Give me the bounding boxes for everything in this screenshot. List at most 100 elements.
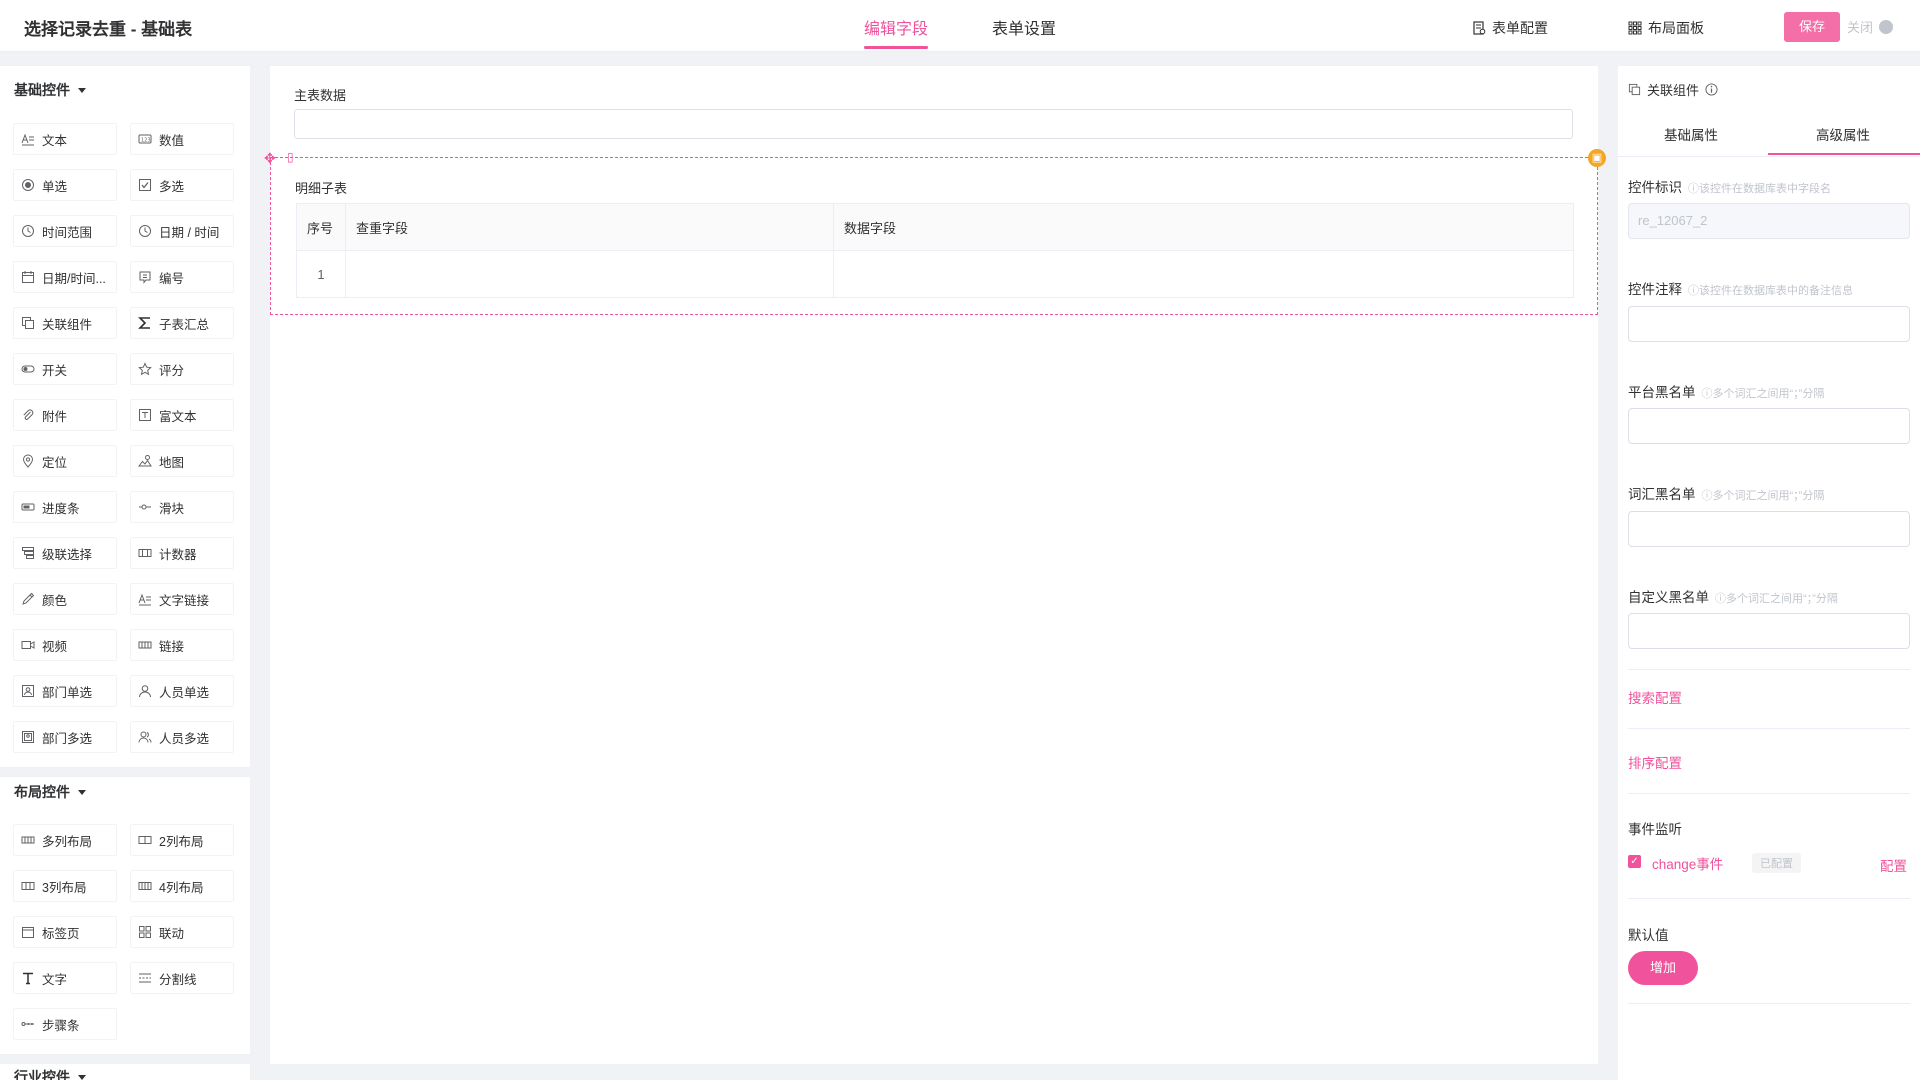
delete-icon[interactable]: ▣ xyxy=(1588,149,1606,167)
save-button[interactable]: 保存 xyxy=(1784,12,1840,42)
comp-label: 多选 xyxy=(159,179,185,194)
comp-label: 部门多选 xyxy=(42,731,93,746)
comp-label: 地图 xyxy=(159,455,185,470)
svg-text:123: 123 xyxy=(141,138,151,144)
comp-steps[interactable]: 步骤条 xyxy=(13,1008,117,1040)
comp-label: 3列布局 xyxy=(42,880,87,895)
comp-label: 计数器 xyxy=(159,547,197,562)
comp-label: 人员多选 xyxy=(159,731,210,746)
comp-link[interactable]: 链接 xyxy=(130,629,234,661)
comp-number[interactable]: 123 数值 xyxy=(130,123,234,155)
comp-color[interactable]: 颜色 xyxy=(13,583,117,615)
rich-text-icon xyxy=(138,408,152,422)
tab-edit-fields[interactable]: 编辑字段 xyxy=(864,15,929,49)
comp-switch[interactable]: 开关 xyxy=(13,353,117,385)
comp-dept-single[interactable]: 部门单选 xyxy=(13,675,117,707)
comp-label: 多列布局 xyxy=(42,834,93,849)
comp-4-column-layout[interactable]: 4列布局 xyxy=(130,870,234,902)
add-default-value-button[interactable]: 增加 xyxy=(1628,951,1698,985)
toggle-icon xyxy=(21,362,35,376)
basic-controls-group[interactable]: 基础控件 xyxy=(14,80,86,100)
comp-time-range[interactable]: 时间范围 xyxy=(13,215,117,247)
change-event-checkbox[interactable]: ✓ xyxy=(1628,855,1641,868)
comp-user-multi[interactable]: 人员多选 xyxy=(130,721,234,753)
comp-divider[interactable]: 分割线 xyxy=(130,962,234,994)
comp-location[interactable]: 定位 xyxy=(13,445,117,477)
tab-basic-properties[interactable]: 基础属性 xyxy=(1664,124,1718,144)
layout-controls-group[interactable]: 布局控件 xyxy=(14,782,86,802)
cell-dedupe-field[interactable] xyxy=(345,250,834,298)
linkage-icon xyxy=(138,925,152,939)
comp-rating[interactable]: 评分 xyxy=(130,353,234,385)
map-icon xyxy=(138,454,152,468)
change-event-label[interactable]: change事件 xyxy=(1652,853,1723,873)
close-toggle[interactable]: 关闭 xyxy=(1847,17,1894,36)
properties-panel: 关联组件 基础属性 高级属性 控件标识 ⓘ该控件在数据库表中字段名 re_1206… xyxy=(1618,66,1920,1080)
comp-date-time-range[interactable]: 日期/时间... xyxy=(13,261,117,293)
comp-progress[interactable]: 进度条 xyxy=(13,491,117,523)
comp-checkbox[interactable]: 多选 xyxy=(130,169,234,201)
three-columns-icon xyxy=(21,879,35,893)
comp-static-text[interactable]: 文字 xyxy=(13,962,117,994)
comp-datetime[interactable]: 日期 / 时间 xyxy=(130,215,234,247)
cascader-icon xyxy=(21,546,35,560)
two-columns-icon xyxy=(138,833,152,847)
comp-label: 日期 / 时间 xyxy=(159,225,220,240)
caret-down-icon xyxy=(78,789,86,795)
comp-related-component[interactable]: 关联组件 xyxy=(13,307,117,339)
platform-blacklist-field[interactable] xyxy=(1628,408,1910,444)
subtable: 序号 查重字段 数据字段 1 xyxy=(296,203,1574,298)
user-icon xyxy=(138,684,152,698)
department-icon xyxy=(21,684,35,698)
comp-label: 时间范围 xyxy=(42,225,93,240)
page-title: 选择记录去重 - 基础表 xyxy=(24,20,193,39)
layout-panel-button[interactable]: 布局面板 xyxy=(1628,18,1704,38)
subtable-label: 明细子表 xyxy=(295,181,348,196)
control-note-field[interactable] xyxy=(1628,306,1910,342)
tab-advanced-properties[interactable]: 高级属性 xyxy=(1816,124,1870,144)
platform-blacklist-label: 平台黑名单 ⓘ多个词汇之间用“；”分隔 xyxy=(1628,381,1824,401)
comp-slider[interactable]: 滑块 xyxy=(130,491,234,523)
comp-map[interactable]: 地图 xyxy=(130,445,234,477)
tab-form-settings[interactable]: 表单设置 xyxy=(992,15,1056,39)
comp-radio[interactable]: 单选 xyxy=(13,169,117,201)
form-config-button[interactable]: 表单配置 xyxy=(1472,18,1548,38)
industry-controls-group[interactable]: 行业控件 xyxy=(14,1067,86,1080)
comp-subtable-summary[interactable]: 子表汇总 xyxy=(130,307,234,339)
info-icon[interactable] xyxy=(1705,83,1718,96)
comp-3-column-layout[interactable]: 3列布局 xyxy=(13,870,117,902)
comp-video[interactable]: 视频 xyxy=(13,629,117,661)
main-data-input[interactable] xyxy=(294,109,1573,139)
event-config-link[interactable]: 配置 xyxy=(1880,855,1907,875)
comp-cascader[interactable]: 级联选择 xyxy=(13,537,117,569)
move-icon[interactable]: ✥ xyxy=(264,150,276,167)
comp-attachment[interactable]: 附件 xyxy=(13,399,117,431)
comp-2-column-layout[interactable]: 2列布局 xyxy=(130,824,234,856)
cell-data-field[interactable] xyxy=(833,250,1574,298)
comp-label: 单选 xyxy=(42,179,68,194)
comp-tabs[interactable]: 标签页 xyxy=(13,916,117,948)
comp-dept-multi[interactable]: 部门多选 xyxy=(13,721,117,753)
comp-label: 联动 xyxy=(159,926,185,941)
comp-counter[interactable]: 计数器 xyxy=(130,537,234,569)
comp-linkage[interactable]: 联动 xyxy=(130,916,234,948)
component-type-label: 关联组件 xyxy=(1647,83,1700,98)
comp-serial-number[interactable]: 编号 xyxy=(130,261,234,293)
video-icon xyxy=(21,638,35,652)
comp-rich-text[interactable]: 富文本 xyxy=(130,399,234,431)
sort-config-link[interactable]: 排序配置 xyxy=(1628,752,1682,772)
divider xyxy=(1628,898,1910,899)
comp-multi-column-layout[interactable]: 多列布局 xyxy=(13,824,117,856)
comp-user-single[interactable]: 人员单选 xyxy=(130,675,234,707)
control-id-field[interactable]: re_12067_2 xyxy=(1628,203,1910,239)
vocab-blacklist-field[interactable] xyxy=(1628,511,1910,547)
comp-text[interactable]: 文本 xyxy=(13,123,117,155)
search-config-link[interactable]: 搜索配置 xyxy=(1628,687,1682,707)
comp-label: 视频 xyxy=(42,639,68,654)
copy-icon[interactable]: ▯ xyxy=(287,150,294,164)
comp-text-link[interactable]: 文字链接 xyxy=(130,583,234,615)
custom-blacklist-field[interactable] xyxy=(1628,613,1910,649)
custom-blacklist-title: 自定义黑名单 xyxy=(1628,590,1709,605)
subtable-widget-selected[interactable]: ✥ ▯ ▣ 明细子表 序号 查重字段 数据字段 1 xyxy=(264,149,1606,315)
properties-tabs: 基础属性 高级属性 xyxy=(1618,110,1920,157)
